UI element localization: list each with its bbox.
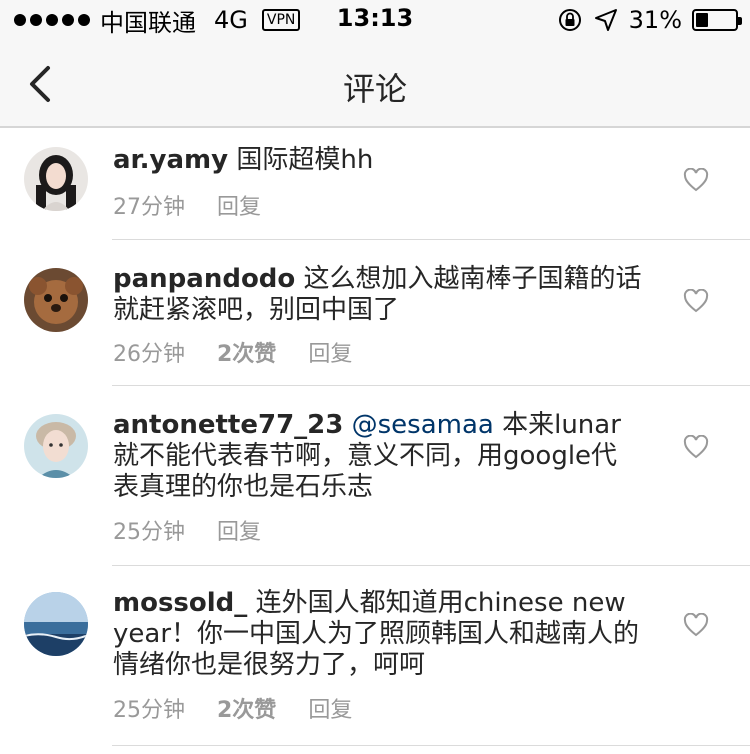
avatar[interactable] [24,414,88,478]
comment-item: panpandodo 这么想加入越南棒子国籍的话就赶紧滚吧，别回中国了 26分钟… [0,240,750,386]
comment-body: ar.yamy 国际超模hh [113,145,643,176]
nav-bar: 评论 [0,40,750,128]
comment-username[interactable]: mossold_ [113,588,247,618]
comment-item: ar.yamy 国际超模hh 27分钟 回复 [0,130,750,240]
comment-username[interactable]: panpandodo [113,264,295,294]
reply-button[interactable]: 回复 [308,692,352,724]
reply-button[interactable]: 回复 [217,514,261,546]
page-title: 评论 [342,70,407,108]
comment-body: antonette77_23 @sesamaa 本来lunar就不能代表春节啊，… [113,410,643,503]
comment-body: mossold_ 连外国人都知道用chinese new year！你一中国人为… [113,588,643,681]
comment-meta: 25分钟 回复 [113,514,293,546]
location-icon [594,9,617,31]
heart-icon[interactable] [683,168,709,192]
likes-count[interactable]: 2次赞 [217,692,276,724]
comment-body: panpandodo 这么想加入越南棒子国籍的话就赶紧滚吧，别回中国了 [113,264,643,326]
heart-icon[interactable] [683,289,709,313]
reply-button[interactable]: 回复 [217,189,261,221]
avatar[interactable] [24,592,88,656]
comment-time: 26分钟 [113,342,185,367]
heart-icon[interactable] [683,613,709,637]
comment-meta: 25分钟 2次赞 回复 [113,692,384,724]
comment-time: 25分钟 [113,520,185,545]
comment-meta: 26分钟 2次赞 回复 [113,336,384,368]
comment-meta: 27分钟 回复 [113,189,293,221]
avatar[interactable] [24,268,88,332]
comment-item: antonette77_23 @sesamaa 本来lunar就不能代表春节啊，… [0,386,750,566]
likes-count[interactable]: 2次赞 [217,336,276,368]
battery-percent: 31% [628,6,682,34]
battery-icon [692,9,742,31]
comment-username[interactable]: ar.yamy [113,145,228,175]
battery-level [696,13,708,27]
avatar[interactable] [24,147,88,211]
comment-item: mossold_ 连外国人都知道用chinese new year！你一中国人为… [0,566,750,746]
comment-text: 国际超模hh [236,145,374,175]
status-right: 31% [557,6,742,34]
separator [112,745,750,746]
reply-button[interactable]: 回复 [308,336,352,368]
heart-icon[interactable] [683,435,709,459]
orientation-lock-icon [558,9,581,31]
mention-link[interactable]: @sesamaa [352,410,494,440]
comment-time: 25分钟 [113,698,185,723]
comment-time: 27分钟 [113,195,185,220]
comment-username[interactable]: antonette77_23 [113,410,343,440]
status-bar: 中国联通 4G VPN 13:13 31% [0,0,750,40]
